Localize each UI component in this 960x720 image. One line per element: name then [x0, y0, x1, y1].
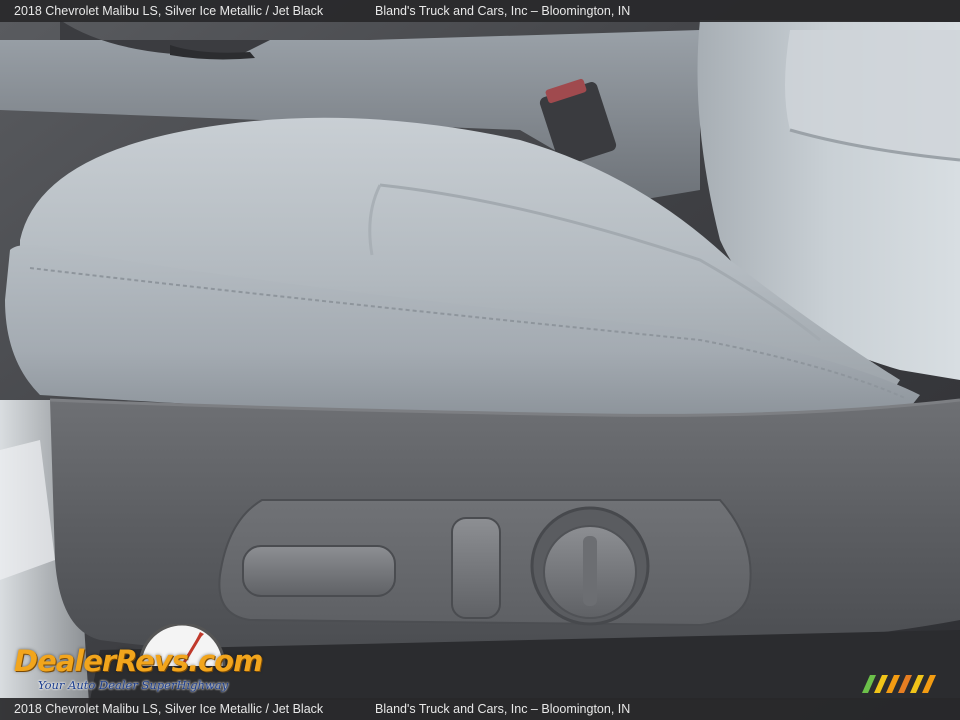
- dealerrevs-logo: DealerRevs.com Your Auto Dealer SuperHig…: [12, 622, 272, 694]
- caption-bar-top: 2018 Chevrolet Malibu LS, Silver Ice Met…: [0, 0, 960, 22]
- vehicle-caption-bottom: 2018 Chevrolet Malibu LS, Silver Ice Met…: [14, 702, 324, 716]
- logo-tagline: Your Auto Dealer SuperHighway: [38, 678, 229, 692]
- seat-photo: [0, 0, 960, 720]
- stripes-logo-icon: [862, 675, 936, 693]
- caption-bar-bottom: 2018 Chevrolet Malibu LS, Silver Ice Met…: [0, 698, 960, 720]
- dealer-caption: Bland's Truck and Cars, Inc – Bloomingto…: [375, 4, 631, 18]
- dealer-caption-bottom: Bland's Truck and Cars, Inc – Bloomingto…: [375, 702, 631, 716]
- vehicle-caption: 2018 Chevrolet Malibu LS, Silver Ice Met…: [14, 4, 324, 18]
- logo-brand: DealerRevs.com: [14, 644, 263, 678]
